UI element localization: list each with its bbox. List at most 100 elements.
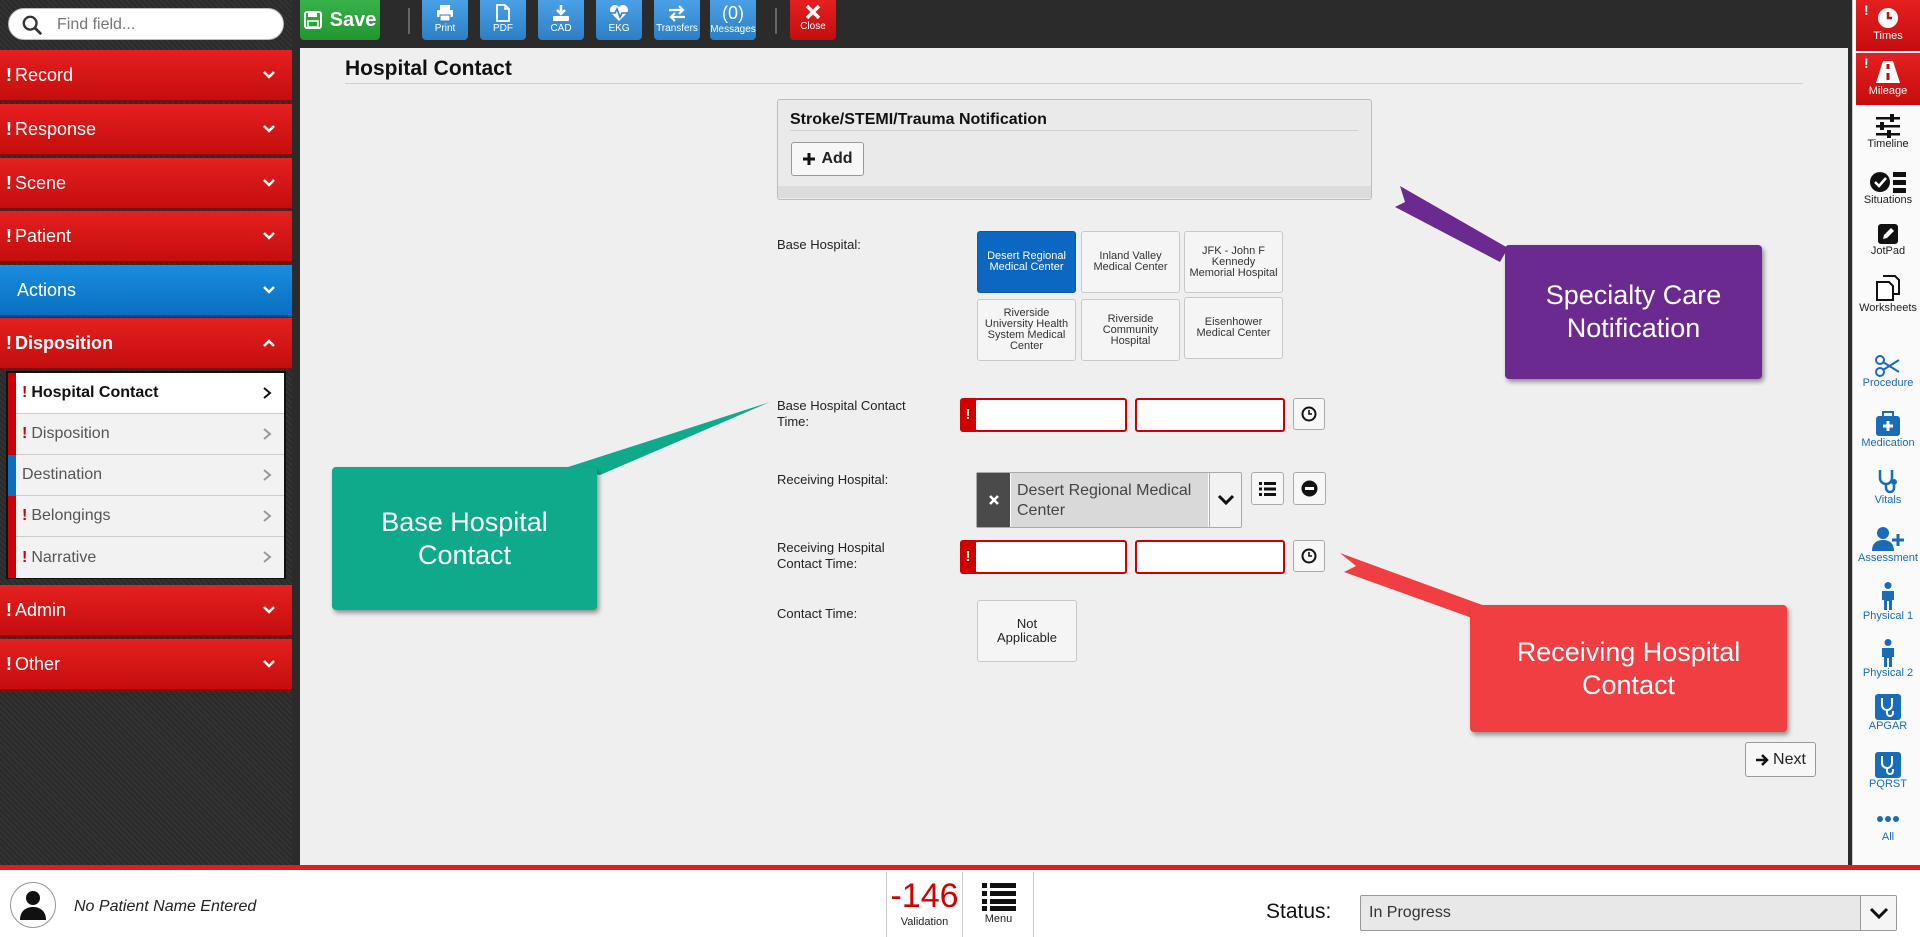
ekg-label: EKG — [608, 23, 630, 34]
print-button[interactable]: Print — [422, 0, 468, 40]
rightbar-all[interactable]: All — [1856, 815, 1920, 843]
page-title: Hospital Contact — [345, 57, 512, 80]
nav-section-admin[interactable]: ! Admin — [0, 585, 292, 637]
clock-icon — [1301, 406, 1317, 422]
receiving-hospital-dropdown-toggle[interactable] — [1209, 473, 1241, 527]
alert-flag: ! — [6, 653, 12, 674]
specialty-care-callout: Specialty Care Notification — [1505, 245, 1762, 379]
nav-section-label: Record — [15, 64, 74, 85]
alert-flag-bar — [8, 373, 16, 414]
pdf-button[interactable]: PDF — [480, 0, 526, 40]
nav-section-other[interactable]: ! Other — [0, 639, 292, 691]
subnav-item-disposition[interactable]: ! Disposition — [8, 414, 284, 455]
subnav-item-hospital-contact[interactable]: ! Hospital Contact — [8, 373, 284, 414]
chevron-down-icon — [263, 179, 275, 187]
base-hospital-option-riverside-university[interactable]: Riverside University Health System Medic… — [977, 299, 1076, 361]
base-hospital-option-inland-valley[interactable]: Inland Valley Medical Center — [1081, 231, 1180, 293]
alert-flag: ! — [1864, 2, 1869, 18]
nav-section-label: Actions — [17, 279, 77, 300]
chevron-down-icon — [1217, 494, 1235, 506]
chevron-up-icon — [263, 339, 275, 347]
user-icon — [20, 891, 46, 920]
pencil-square-icon — [1878, 224, 1898, 244]
specialty-care-callout-text: Specialty Care Notification — [1545, 280, 1722, 343]
print-icon — [437, 5, 453, 22]
chevron-right-icon — [263, 387, 272, 399]
clear-selection-button[interactable] — [977, 473, 1010, 527]
nav-section-label: Patient — [15, 225, 72, 246]
status-dropdown-toggle[interactable] — [1860, 896, 1896, 930]
receiving-contact-date-input[interactable] — [974, 540, 1127, 574]
cad-button[interactable]: CAD — [538, 0, 584, 40]
rightbar-timeline[interactable]: Timeline — [1856, 114, 1920, 150]
rightbar-times[interactable]: ! Times — [1856, 0, 1920, 51]
subnav-item-destination[interactable]: Destination — [8, 455, 284, 496]
rightbar-physical-2[interactable]: Physical 2 — [1856, 639, 1920, 679]
hospital-list-button[interactable] — [1251, 472, 1284, 505]
subnav-item-belongings[interactable]: ! Belongings — [8, 496, 284, 537]
base-hospital-option-desert-regional[interactable]: Desert Regional Medical Center — [977, 231, 1076, 293]
plus-icon — [803, 153, 816, 165]
receiving-contact-now-button[interactable] — [1293, 540, 1325, 572]
base-hospital-option-riverside-community[interactable]: Riverside Community Hospital — [1081, 299, 1180, 361]
notification-divider — [790, 130, 1358, 131]
save-button[interactable]: Save — [300, 0, 380, 40]
transfers-button[interactable]: Transfers — [654, 0, 700, 40]
base-hospital-option-eisenhower[interactable]: Eisenhower Medical Center — [1184, 297, 1283, 359]
clock-icon — [1301, 548, 1317, 564]
base-contact-time-label: Base Hospital Contact Time: — [777, 398, 906, 429]
nav-section-response[interactable]: ! Response — [0, 104, 292, 156]
receiving-contact-time-input[interactable] — [1135, 540, 1285, 574]
rightbar-physical-1[interactable]: Physical 1 — [1856, 582, 1920, 622]
receiving-hospital-value: Desert Regional Medical Center — [1011, 473, 1208, 527]
rightbar-medication[interactable]: Medication — [1856, 411, 1920, 449]
subnav-label: Destination — [22, 466, 103, 483]
subnav-item-narrative[interactable]: ! Narrative — [8, 537, 284, 578]
alert-flag-bar — [8, 496, 16, 537]
title-divider — [345, 83, 1803, 84]
search-field[interactable]: Find field... — [8, 8, 284, 40]
base-contact-time-input[interactable] — [1135, 398, 1285, 432]
nav-section-actions[interactable]: Actions — [0, 265, 292, 317]
rightbar-apgar[interactable]: APGAR — [1856, 694, 1920, 732]
rightbar-situations[interactable]: Situations — [1856, 170, 1920, 206]
nav-section-record[interactable]: ! Record — [0, 50, 292, 102]
not-applicable-button[interactable]: Not Applicable — [977, 600, 1077, 662]
rightbar-pqrst[interactable]: PQRST — [1856, 752, 1920, 790]
rightbar-mileage[interactable]: ! Mileage — [1856, 53, 1920, 105]
chevron-down-icon — [263, 286, 275, 294]
close-icon — [805, 4, 821, 20]
rightbar-jotpad[interactable]: JotPad — [1856, 223, 1920, 257]
rightbar-vitals[interactable]: Vitals — [1856, 468, 1920, 506]
next-button[interactable]: Next — [1745, 742, 1816, 777]
base-contact-now-button[interactable] — [1293, 398, 1325, 430]
avatar[interactable] — [10, 882, 56, 928]
arrow-right-icon — [1756, 753, 1769, 766]
subnav-label: Narrative — [31, 548, 97, 566]
validation-count: -146 — [890, 877, 959, 915]
messages-button[interactable]: (0) Messages — [710, 0, 756, 40]
stopwatch-icon — [1878, 8, 1898, 28]
chevron-right-icon — [263, 469, 272, 481]
validation-counter[interactable]: -146 Validation — [886, 872, 963, 937]
nav-section-scene[interactable]: ! Scene — [0, 158, 292, 210]
ekg-button[interactable]: EKG — [596, 0, 642, 40]
add-notification-button[interactable]: Add — [791, 142, 864, 176]
close-button[interactable]: Close — [790, 0, 836, 40]
base-contact-date-input[interactable] — [974, 398, 1127, 432]
pdf-icon — [496, 4, 510, 22]
menu-button[interactable]: Menu — [964, 872, 1034, 937]
nav-section-disposition[interactable]: ! Disposition — [0, 318, 292, 370]
road-icon — [1876, 61, 1900, 83]
base-hospital-option-jfk[interactable]: JFK - John F Kennedy Memorial Hospital — [1184, 231, 1283, 293]
rightbar-assessment[interactable]: Assessment — [1856, 526, 1920, 564]
chevron-right-icon — [263, 428, 272, 440]
rightbar-label: Physical 2 — [1862, 667, 1914, 679]
nav-section-patient[interactable]: ! Patient — [0, 211, 292, 263]
user-plus-icon — [1872, 527, 1904, 551]
messages-label: Messages — [710, 24, 756, 35]
rightbar-worksheets[interactable]: Worksheets — [1856, 274, 1920, 314]
print-label: Print — [434, 23, 456, 34]
remove-hospital-button[interactable] — [1293, 472, 1326, 505]
rightbar-procedure[interactable]: Procedure — [1856, 355, 1920, 389]
